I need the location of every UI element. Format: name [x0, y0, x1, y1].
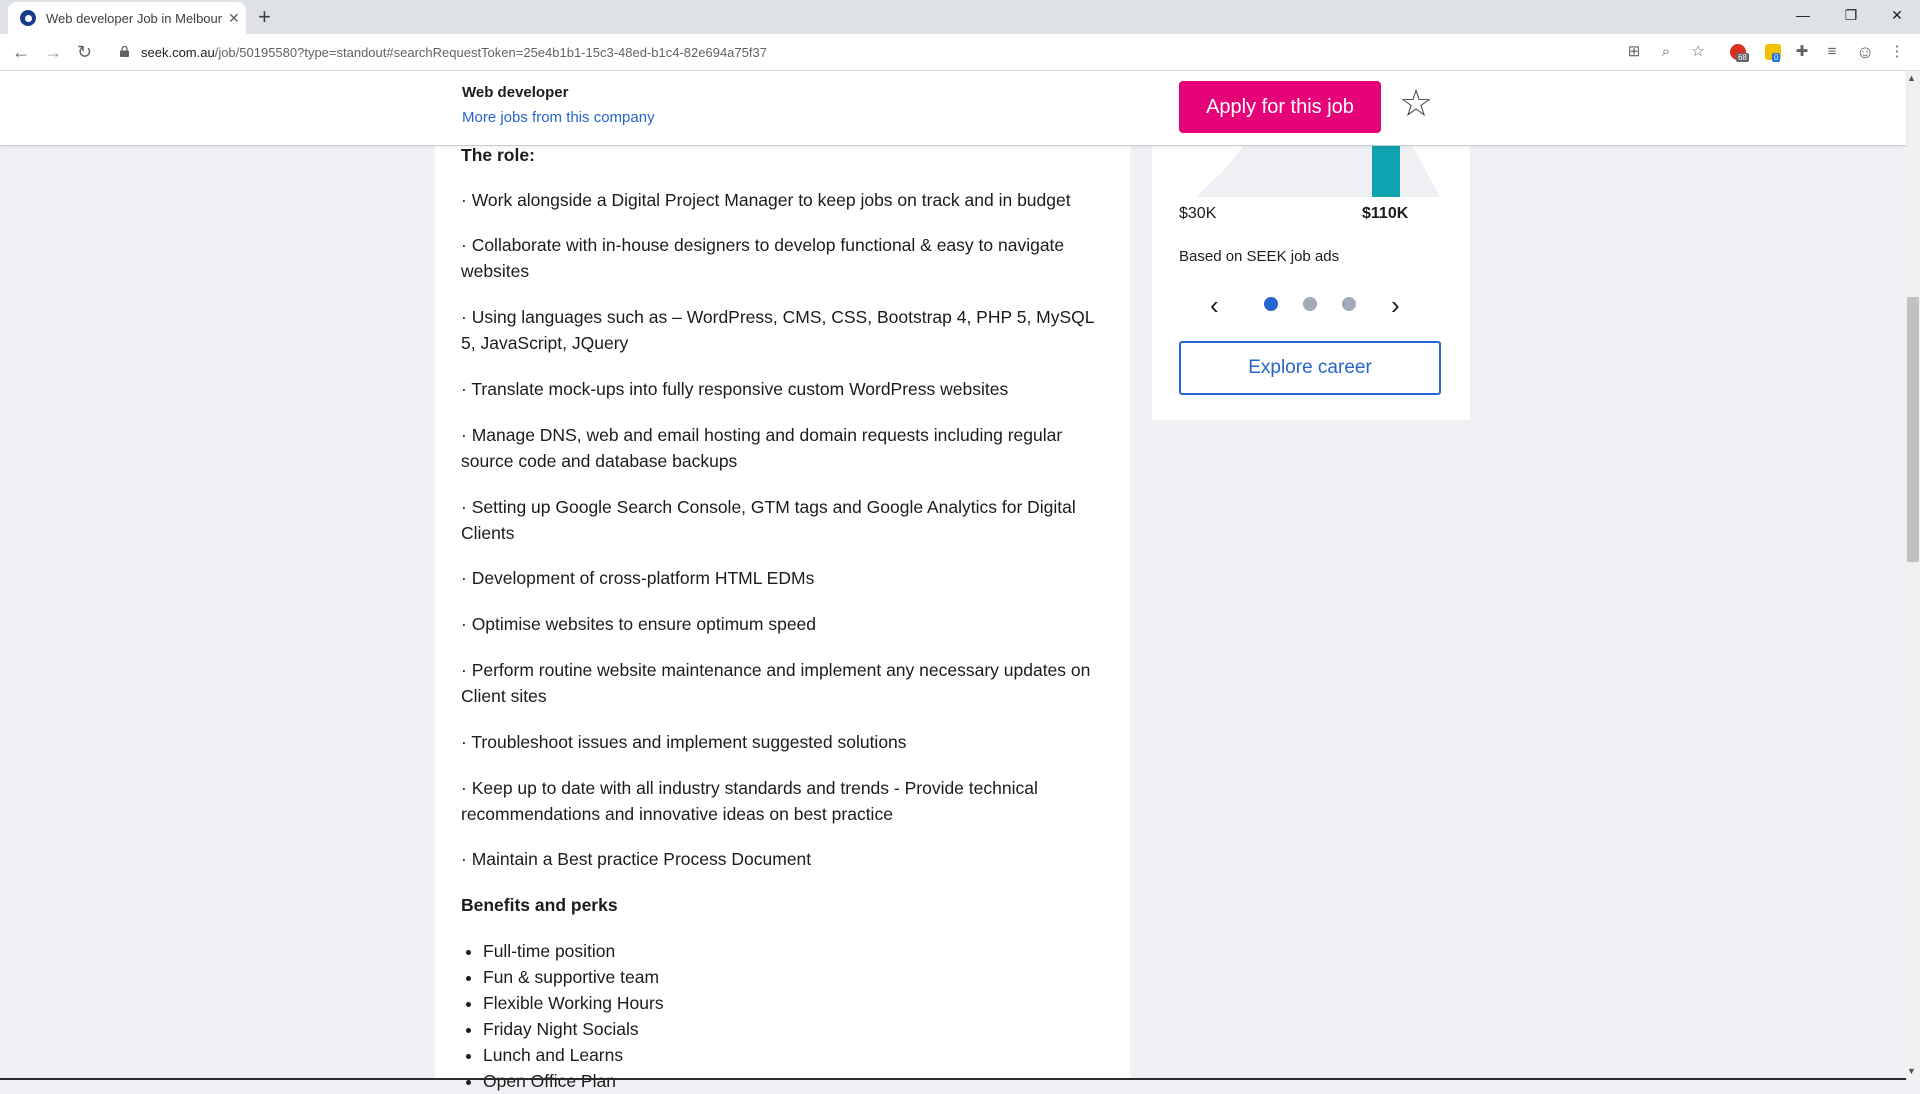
more-jobs-link[interactable]: More jobs from this company: [462, 109, 655, 126]
tab-close-icon[interactable]: ✕: [228, 10, 240, 27]
role-bullet: · Translate mock-ups into fully responsi…: [461, 379, 1009, 399]
perk-item: Fun & supportive team: [483, 964, 664, 990]
page-scrollbar[interactable]: [1906, 71, 1920, 1080]
lock-icon[interactable]: [120, 46, 129, 57]
perk-item: Flexible Working Hours: [483, 990, 664, 1016]
scroll-down-icon[interactable]: ▼: [1907, 1066, 1916, 1076]
perk-item: Friday Night Socials: [483, 1016, 664, 1042]
extension-badge: 68: [1736, 53, 1749, 62]
carousel-dot-3[interactable]: [1342, 297, 1356, 311]
forward-icon[interactable]: →: [44, 42, 62, 63]
browser-toolbar: ← → ↻ seek.com.au/job/50195580?type=stan…: [0, 34, 1920, 71]
save-job-star-icon[interactable]: ☆: [1399, 85, 1433, 123]
profile-avatar-icon[interactable]: ☺: [1856, 43, 1874, 61]
new-tab-icon[interactable]: +: [258, 4, 271, 30]
salary-low-label: $30K: [1179, 205, 1217, 222]
role-bullet: · Using languages such as – WordPress, C…: [461, 307, 1094, 353]
role-bullet: · Work alongside a Digital Project Manag…: [461, 190, 1071, 210]
job-title: Web developer: [462, 84, 569, 101]
bookmark-star-icon[interactable]: ☆: [1689, 43, 1707, 61]
browser-tab[interactable]: Web developer Job in Melbourne ✕: [8, 2, 246, 34]
seek-favicon-icon: [20, 10, 36, 26]
role-bullet: · Keep up to date with all industry stan…: [461, 778, 1038, 824]
extension-badge: 0: [1772, 53, 1781, 62]
reading-list-icon[interactable]: ≡: [1823, 43, 1841, 61]
tab-title: Web developer Job in Melbourne: [46, 10, 222, 26]
translate-icon[interactable]: ⊞: [1625, 43, 1643, 61]
role-bullet: · Collaborate with in-house designers to…: [461, 235, 1065, 281]
carousel-prev-icon[interactable]: ‹: [1210, 292, 1219, 318]
apply-button[interactable]: Apply for this job: [1179, 81, 1381, 133]
scroll-up-icon[interactable]: ▲: [1907, 73, 1916, 83]
salary-source-note: Based on SEEK job ads: [1179, 248, 1340, 265]
reload-icon[interactable]: ↻: [77, 42, 92, 63]
salary-range-bar: [1372, 145, 1400, 197]
perks-heading: Benefits and perks: [461, 895, 618, 915]
back-icon[interactable]: ←: [12, 42, 30, 63]
perks-list: Full-time position Fun & supportive team…: [461, 938, 664, 1094]
browser-menu-icon[interactable]: ⋮: [1888, 43, 1906, 61]
role-bullet: · Perform routine website maintenance an…: [461, 660, 1091, 706]
perk-item: Lunch and Learns: [483, 1042, 664, 1068]
tab-strip: Web developer Job in Melbourne ✕ + — ❐ ✕: [0, 0, 1920, 34]
role-bullet: · Optimise websites to ensure optimum sp…: [461, 614, 817, 634]
role-bullet: · Maintain a Best practice Process Docum…: [461, 849, 812, 869]
extensions-puzzle-icon[interactable]: ✚: [1793, 43, 1811, 61]
restore-icon[interactable]: ❐: [1828, 0, 1874, 30]
carousel-dot-1[interactable]: [1264, 297, 1278, 311]
salary-distribution-area: [1196, 145, 1440, 197]
role-bullet: · Troubleshoot issues and implement sugg…: [461, 732, 907, 752]
salary-distribution-chart: [1196, 145, 1440, 197]
sticky-job-header: Web developer More jobs from this compan…: [0, 71, 1906, 146]
minimize-icon[interactable]: —: [1780, 0, 1826, 30]
carousel-dot-2[interactable]: [1303, 297, 1317, 311]
salary-high-label: $110K: [1362, 205, 1409, 222]
role-bullet: · Development of cross-platform HTML EDM…: [461, 568, 815, 588]
scrollbar-thumb[interactable]: [1907, 297, 1919, 562]
perk-item: Full-time position: [483, 938, 664, 964]
zoom-icon[interactable]: ⌕: [1657, 43, 1675, 61]
perk-item: Open Office Plan: [483, 1068, 664, 1094]
role-bullet: · Setting up Google Search Console, GTM …: [461, 497, 1076, 543]
address-bar[interactable]: seek.com.au/job/50195580?type=standout#s…: [141, 45, 767, 60]
close-window-icon[interactable]: ✕: [1874, 0, 1920, 30]
role-bullet: · Manage DNS, web and email hosting and …: [461, 425, 1063, 471]
explore-career-button[interactable]: Explore career: [1179, 341, 1441, 395]
carousel-next-icon[interactable]: ›: [1391, 292, 1400, 318]
